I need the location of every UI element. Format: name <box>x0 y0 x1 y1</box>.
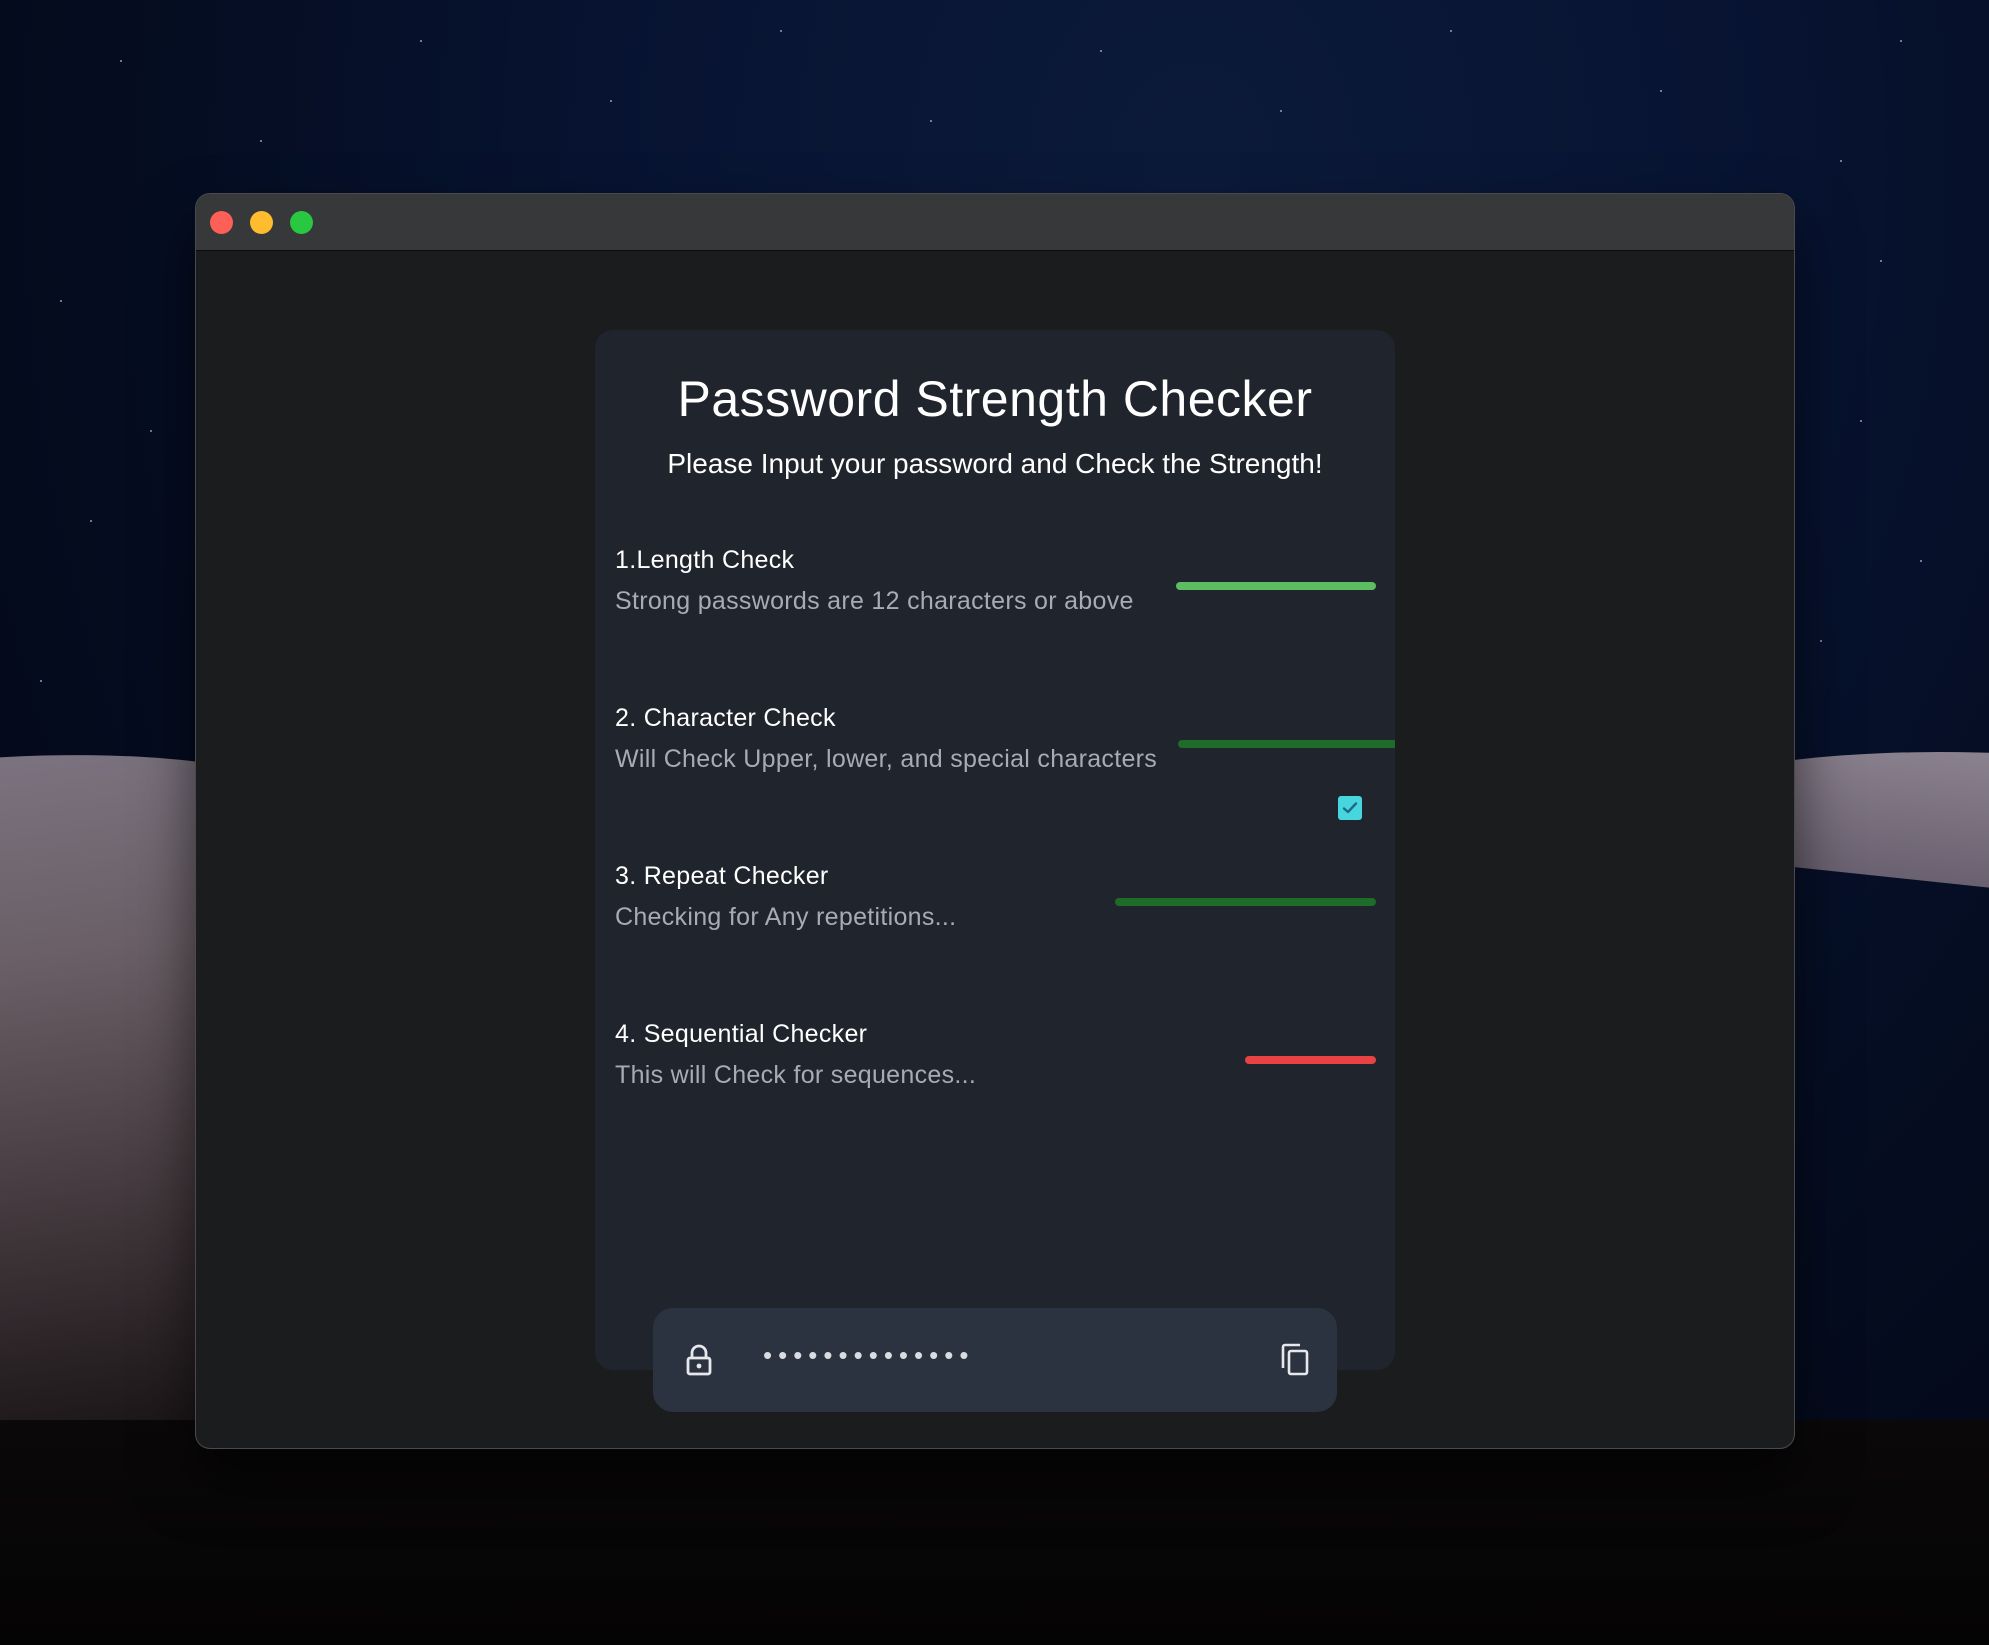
password-field[interactable]: •••••••••••••• <box>763 1340 974 1371</box>
title-bar[interactable] <box>196 194 1794 251</box>
check-length: 1.Length Check Strong passwords are 12 c… <box>615 546 1385 616</box>
check-character: 2. Character Check Will Check Upper, low… <box>615 704 1385 774</box>
character-strength-bar <box>1178 740 1395 748</box>
character-checkbox[interactable] <box>1338 796 1362 820</box>
sequential-strength-bar <box>1245 1056 1376 1064</box>
ground <box>0 1420 1989 1645</box>
checkmark-icon <box>1342 802 1358 814</box>
check-description: This will Check for sequences... <box>615 1061 977 1089</box>
copy-icon[interactable] <box>1279 1342 1311 1378</box>
lock-icon <box>686 1344 712 1376</box>
app-window: Password Strength Checker Please Input y… <box>196 194 1794 1448</box>
minimize-button[interactable] <box>250 211 273 234</box>
check-description: Checking for Any repetitions... <box>615 903 957 931</box>
page-title: Password Strength Checker <box>677 371 1313 427</box>
check-description: Will Check Upper, lower, and special cha… <box>615 745 1158 773</box>
check-repeat: 3. Repeat Checker Checking for Any repet… <box>615 862 1385 932</box>
close-button[interactable] <box>210 211 233 234</box>
check-title: 4. Sequential Checker <box>615 1020 868 1048</box>
check-sequential: 4. Sequential Checker This will Check fo… <box>615 1020 1385 1090</box>
zoom-button[interactable] <box>290 211 313 234</box>
check-title: 3. Repeat Checker <box>615 862 829 890</box>
password-input-bar[interactable]: •••••••••••••• <box>653 1308 1337 1412</box>
repeat-strength-bar <box>1115 898 1376 906</box>
check-title: 2. Character Check <box>615 704 836 732</box>
page-subtitle: Please Input your password and Check the… <box>667 448 1323 479</box>
length-strength-bar <box>1176 582 1376 590</box>
check-title: 1.Length Check <box>615 546 795 574</box>
check-description: Strong passwords are 12 characters or ab… <box>615 587 1134 615</box>
checker-card: Password Strength Checker Please Input y… <box>595 330 1395 1370</box>
